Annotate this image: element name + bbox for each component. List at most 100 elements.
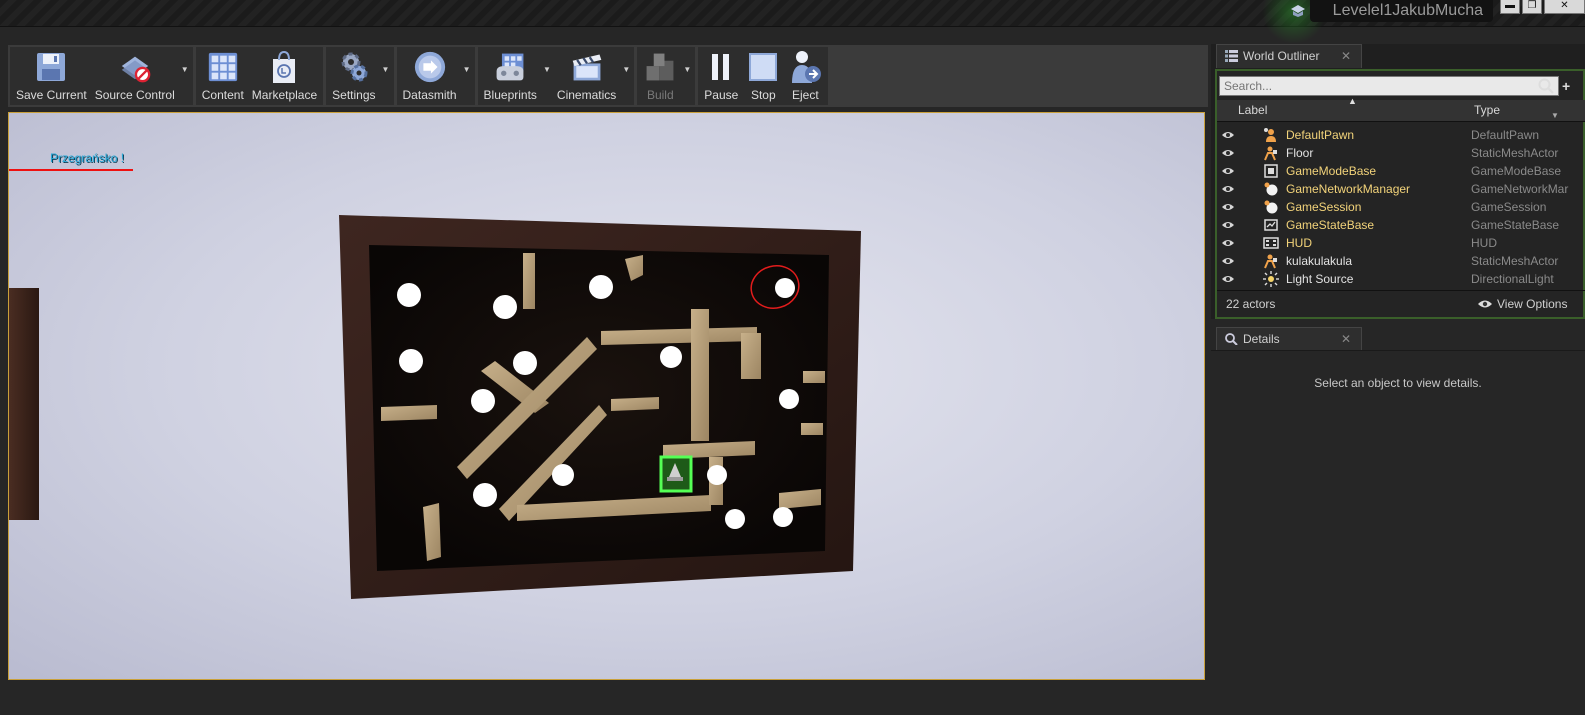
pawn-icon bbox=[1263, 127, 1279, 143]
eye-icon bbox=[1478, 300, 1492, 308]
visibility-eye-icon[interactable] bbox=[1221, 256, 1235, 266]
outliner-row[interactable]: HUD HUD bbox=[1217, 234, 1585, 252]
actor-count: 22 actors bbox=[1226, 297, 1276, 311]
source-control-label: Source Control bbox=[94, 88, 175, 102]
save-current-label: Save Current bbox=[16, 88, 87, 102]
datasmith-icon bbox=[413, 49, 447, 85]
content-button[interactable]: Content bbox=[198, 47, 248, 105]
static-mesh-icon bbox=[1263, 145, 1279, 161]
column-label-header[interactable]: Label bbox=[1238, 103, 1267, 117]
sort-ascending-icon: ▲ bbox=[1348, 96, 1357, 106]
world-outliner-tab[interactable]: World Outliner ✕ bbox=[1216, 44, 1362, 68]
actor-type: StaticMeshActor bbox=[1471, 254, 1559, 268]
visibility-eye-icon[interactable] bbox=[1221, 166, 1235, 176]
actor-label: Light Source bbox=[1286, 272, 1354, 286]
marketplace-button[interactable]: Marketplace bbox=[248, 47, 321, 105]
outliner-column-header bbox=[1217, 100, 1585, 122]
outliner-row[interactable]: Floor StaticMeshActor bbox=[1217, 144, 1585, 162]
details-magnifier-icon bbox=[1225, 333, 1238, 345]
build-button[interactable]: Build bbox=[639, 47, 681, 105]
blueprints-dropdown-arrow[interactable]: ▼ bbox=[541, 47, 553, 105]
restore-button[interactable]: ❐ bbox=[1522, 0, 1542, 14]
game-viewport[interactable]: Przegrańsko ! bbox=[8, 112, 1205, 680]
stop-icon bbox=[746, 49, 780, 85]
close-button[interactable]: ✕ bbox=[1544, 0, 1585, 14]
datasmith-dropdown-arrow[interactable]: ▼ bbox=[461, 47, 473, 105]
save-current-button[interactable]: Save Current bbox=[12, 47, 91, 105]
pause-button[interactable]: Pause bbox=[700, 47, 742, 105]
outliner-row[interactable]: GameSession GameSession bbox=[1217, 198, 1585, 216]
datasmith-label: Datasmith bbox=[402, 88, 457, 102]
eject-label: Eject bbox=[791, 88, 819, 102]
actor-type: HUD bbox=[1471, 236, 1497, 250]
details-divider bbox=[1211, 350, 1585, 351]
player-ball-selection[interactable] bbox=[659, 455, 693, 493]
close-tab-icon[interactable]: ✕ bbox=[1341, 328, 1351, 350]
outliner-row[interactable]: GameStateBase GameStateBase bbox=[1217, 216, 1585, 234]
actor-label: GameNetworkManager bbox=[1286, 182, 1411, 196]
outliner-row[interactable]: GameNetworkManager GameNetworkMar bbox=[1217, 180, 1585, 198]
build-dropdown-arrow[interactable]: ▼ bbox=[681, 47, 693, 105]
visibility-eye-icon[interactable] bbox=[1221, 238, 1235, 248]
cinematics-button[interactable]: Cinematics bbox=[553, 47, 620, 105]
stop-label: Stop bbox=[750, 88, 776, 102]
settings-gear-icon bbox=[337, 49, 371, 85]
level-editor-toolbar: Save Current Source Control ▼ Content Ma… bbox=[10, 47, 831, 105]
outliner-footer-divider bbox=[1217, 290, 1585, 291]
source-control-button[interactable]: Source Control bbox=[91, 47, 179, 105]
content-label: Content bbox=[201, 88, 244, 102]
eject-person-icon bbox=[788, 49, 822, 85]
build-label: Build bbox=[646, 88, 674, 102]
actor-type: GameNetworkMar bbox=[1471, 182, 1569, 196]
column-type-header[interactable]: Type bbox=[1474, 103, 1500, 117]
settings-button[interactable]: Settings bbox=[328, 47, 379, 105]
actor-label: DefaultPawn bbox=[1286, 128, 1355, 142]
actor-type: StaticMeshActor bbox=[1471, 146, 1559, 160]
actor-type: GameStateBase bbox=[1471, 218, 1560, 232]
gamestate-icon bbox=[1263, 217, 1279, 233]
outliner-search-input[interactable] bbox=[1219, 76, 1559, 96]
details-title: Details bbox=[1243, 332, 1280, 346]
level-name-tab[interactable]: Levelel1JakubMucha bbox=[1310, 0, 1493, 22]
cinematics-clapper-icon bbox=[570, 49, 604, 85]
outliner-row[interactable]: GameModeBase GameModeBase bbox=[1217, 162, 1585, 180]
toolbar-group-build: Build ▼ bbox=[637, 47, 696, 105]
close-tab-icon[interactable]: ✕ bbox=[1341, 45, 1351, 67]
eject-button[interactable]: Eject bbox=[784, 47, 826, 105]
outliner-row[interactable]: Light Source DirectionalLight bbox=[1217, 270, 1585, 288]
actor-label: GameStateBase bbox=[1286, 218, 1375, 232]
type-column-dropdown-icon[interactable]: ▼ bbox=[1551, 111, 1559, 120]
view-options-button[interactable]: View Options bbox=[1477, 297, 1567, 311]
bottom-strip bbox=[0, 683, 1210, 715]
actor-type: GameModeBase bbox=[1471, 164, 1562, 178]
datasmith-button[interactable]: Datasmith bbox=[399, 47, 461, 105]
outliner-row[interactable]: DefaultPawn DefaultPawn bbox=[1217, 126, 1585, 144]
visibility-eye-icon[interactable] bbox=[1221, 130, 1235, 140]
light-icon bbox=[1263, 271, 1279, 287]
visibility-eye-icon[interactable] bbox=[1221, 202, 1235, 212]
settings-dropdown-arrow[interactable]: ▼ bbox=[380, 47, 392, 105]
toolbar-group-play: Pause Stop Eject bbox=[698, 47, 829, 105]
visibility-eye-icon[interactable] bbox=[1221, 274, 1235, 284]
source-control-dropdown-arrow[interactable]: ▼ bbox=[179, 47, 191, 105]
visibility-eye-icon[interactable] bbox=[1221, 148, 1235, 158]
details-empty-message: Select an object to view details. bbox=[1314, 376, 1482, 390]
blueprints-button[interactable]: Blueprints bbox=[480, 47, 541, 105]
cinematics-dropdown-arrow[interactable]: ▼ bbox=[620, 47, 632, 105]
minimize-button[interactable]: ▬ bbox=[1500, 0, 1520, 14]
pause-icon bbox=[704, 49, 738, 85]
world-outliner-title: World Outliner bbox=[1243, 49, 1320, 63]
stop-button[interactable]: Stop bbox=[742, 47, 784, 105]
outliner-list-icon bbox=[1225, 50, 1238, 62]
toolbar-group-settings: Settings ▼ bbox=[326, 47, 394, 105]
outliner-row[interactable]: kulakulakula StaticMeshActor bbox=[1217, 252, 1585, 270]
hud-icon bbox=[1263, 235, 1279, 251]
visibility-eye-icon[interactable] bbox=[1221, 184, 1235, 194]
add-icon[interactable]: + bbox=[1562, 78, 1570, 94]
toolbar-group-datasmith: Datasmith ▼ bbox=[396, 47, 475, 105]
details-tab[interactable]: Details ✕ bbox=[1216, 327, 1362, 351]
actor-sphere-icon bbox=[1263, 181, 1279, 197]
actor-type: GameSession bbox=[1471, 200, 1547, 214]
search-icon[interactable] bbox=[1538, 78, 1554, 94]
visibility-eye-icon[interactable] bbox=[1221, 220, 1235, 230]
